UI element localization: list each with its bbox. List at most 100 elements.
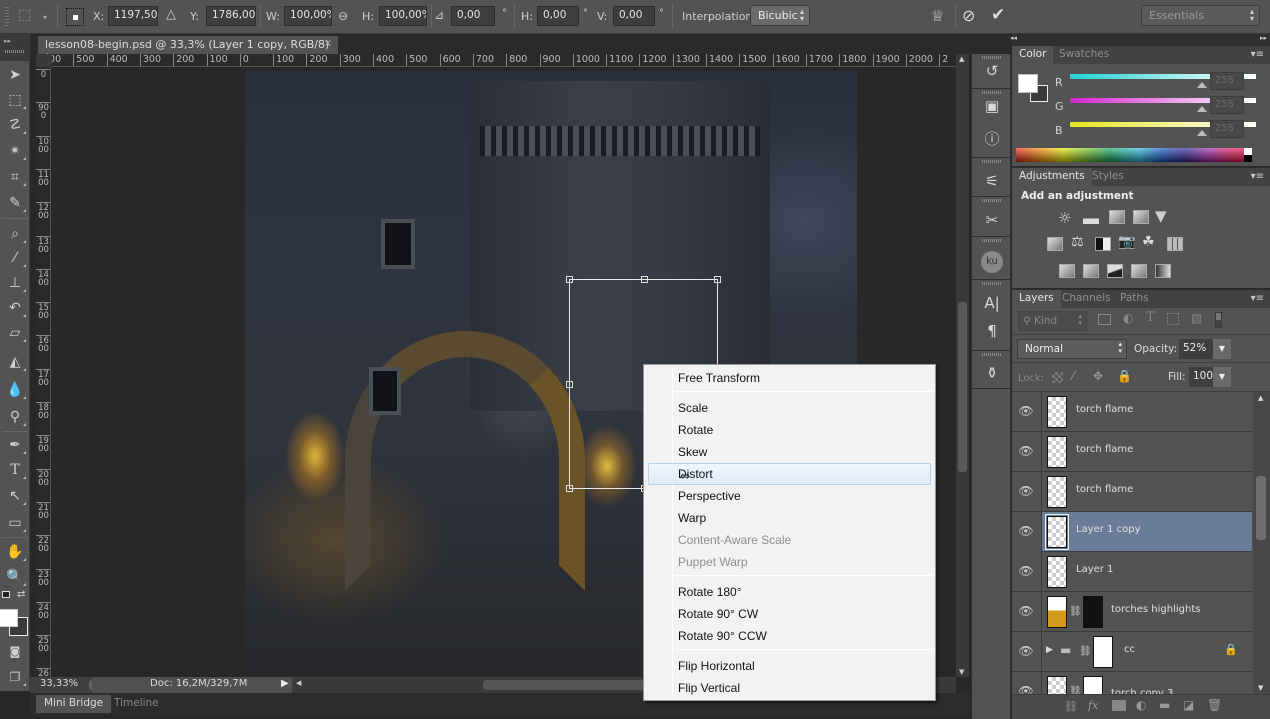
path-selection-tool-icon[interactable]: ↖: [3, 485, 27, 507]
clone-stamp-tool-icon[interactable]: ⊥: [3, 272, 27, 294]
transform-tool-preset-icon[interactable]: ⬚: [18, 7, 38, 25]
x-field[interactable]: 1197,50 px: [108, 6, 158, 26]
foreground-color-swatch[interactable]: [1018, 74, 1038, 93]
vertical-scroll-thumb[interactable]: [958, 302, 967, 472]
menu-item-rotate-180[interactable]: Rotate 180°: [678, 582, 742, 602]
curves-icon[interactable]: [1109, 210, 1125, 224]
eyedropper-tool-icon[interactable]: ✎: [3, 192, 27, 214]
visibility-eye-icon[interactable]: 👁: [1018, 564, 1034, 578]
zoom-level[interactable]: 33,33%: [40, 678, 78, 689]
tab-adjustments[interactable]: Adjustments: [1012, 168, 1092, 186]
lasso-tool-icon[interactable]: ☡: [3, 114, 27, 136]
filter-toggle-switch[interactable]: [1215, 312, 1222, 328]
transform-handle-left[interactable]: [566, 381, 573, 388]
width-field[interactable]: 100,00%: [284, 6, 332, 26]
r-slider-thumb[interactable]: [1197, 82, 1207, 88]
rectangle-tool-icon[interactable]: ▭: [3, 512, 27, 534]
blend-mode-select[interactable]: Normal ▴ ▾: [1017, 339, 1127, 359]
tab-styles[interactable]: Styles: [1085, 168, 1131, 186]
visibility-eye-icon[interactable]: 👁: [1018, 524, 1034, 538]
height-field[interactable]: 100,00%: [379, 6, 427, 26]
filter-type-layers-icon[interactable]: T: [1146, 310, 1155, 325]
layer-row[interactable]: 👁 ⛓ torches highlights: [1012, 592, 1252, 632]
status-menu-arrow-icon[interactable]: ▶: [281, 678, 289, 689]
move-tool-icon[interactable]: ➤: [3, 64, 27, 86]
foreground-color-swatch[interactable]: [0, 609, 18, 627]
tab-channels[interactable]: Channels: [1055, 290, 1118, 308]
cancel-transform-icon[interactable]: ⊘: [962, 6, 975, 25]
opacity-slider-toggle[interactable]: ▼: [1213, 339, 1231, 359]
dodge-tool-icon[interactable]: ⚲: [3, 406, 27, 428]
filter-shape-layers-icon[interactable]: [1167, 313, 1179, 325]
menu-item-flip-vertical[interactable]: Flip Vertical: [678, 678, 740, 698]
expand-panels-icon[interactable]: ◂◂: [1010, 34, 1017, 42]
black-white-icon[interactable]: [1095, 237, 1111, 251]
layer-row-selected[interactable]: 👁 Layer 1 copy: [1012, 512, 1252, 552]
close-document-icon[interactable]: ×: [324, 38, 332, 49]
tab-mini-bridge[interactable]: Mini Bridge: [36, 695, 112, 713]
fill-slider-toggle[interactable]: ▼: [1213, 367, 1231, 387]
visibility-eye-icon[interactable]: 👁: [1018, 644, 1034, 658]
g-slider-thumb[interactable]: [1197, 106, 1207, 112]
horizontal-ruler[interactable]: 6005004003002001000100200300400500600700…: [52, 54, 958, 67]
warp-mode-icon[interactable]: ♕: [931, 7, 944, 25]
gradient-map-icon[interactable]: [1155, 264, 1171, 278]
link-aspect-icon[interactable]: ⊖: [338, 9, 348, 23]
menu-item-perspective[interactable]: Perspective: [678, 486, 741, 506]
info-panel-icon[interactable]: ⓘ: [981, 128, 1003, 150]
b-value-field[interactable]: 255: [1210, 120, 1244, 138]
filter-adjustment-layers-icon[interactable]: ◐: [1123, 311, 1133, 325]
transform-handle-bottom-left[interactable]: [566, 485, 573, 492]
y-field[interactable]: 1786,00 px: [206, 6, 256, 26]
document-tab[interactable]: lesson08-begin.psd @ 33,3% (Layer 1 copy…: [38, 36, 338, 64]
channel-mixer-icon[interactable]: ☘: [1142, 234, 1155, 250]
menu-item-warp[interactable]: Warp: [678, 508, 706, 528]
vertical-ruler[interactable]: 0 900 1000 1100 1200 1300 1400 1500 1600 1700 1800…: [36, 67, 51, 677]
paragraph-panel-icon[interactable]: ¶: [981, 320, 1003, 342]
visibility-eye-icon[interactable]: 👁: [1018, 444, 1034, 458]
lock-position-icon[interactable]: ✥: [1093, 369, 1103, 383]
levels-icon[interactable]: [1083, 210, 1099, 224]
layer-row[interactable]: 👁 torch flame: [1012, 392, 1252, 432]
tab-paths[interactable]: Paths: [1113, 290, 1156, 308]
menu-item-scale[interactable]: Scale: [678, 398, 708, 418]
vskew-field[interactable]: 0,00: [613, 6, 655, 26]
crop-tool-icon[interactable]: ⌗: [3, 166, 27, 188]
paint-bucket-tool-icon[interactable]: ◭: [3, 351, 27, 373]
filter-pixel-layers-icon[interactable]: [1098, 314, 1111, 325]
tab-swatches[interactable]: Swatches: [1052, 46, 1116, 64]
relative-position-icon[interactable]: △: [166, 7, 176, 22]
screen-mode-icon[interactable]: ❐: [3, 666, 27, 688]
layer-style-fx-icon[interactable]: fx: [1088, 699, 1098, 712]
transform-handle-top-left[interactable]: [566, 276, 573, 283]
transform-handle-top[interactable]: [641, 276, 648, 283]
menu-item-free-transform[interactable]: Free Transform: [678, 368, 760, 388]
photo-filter-icon[interactable]: 📷: [1118, 234, 1135, 250]
selective-color-icon[interactable]: [1131, 264, 1147, 278]
layer-mask-thumbnail[interactable]: [1083, 596, 1103, 628]
history-brush-tool-icon[interactable]: ↶: [3, 297, 27, 319]
healing-brush-tool-icon[interactable]: ⌕: [3, 223, 27, 245]
history-panel-icon[interactable]: ↺: [981, 60, 1003, 82]
opacity-field[interactable]: 52%: [1179, 339, 1213, 359]
lock-image-pixels-icon[interactable]: ⁄: [1072, 369, 1074, 383]
reference-point-locator-icon[interactable]: [66, 8, 84, 26]
menu-item-rotate-90-ccw[interactable]: Rotate 90° CCW: [678, 626, 767, 646]
collapse-panels-icon[interactable]: ▸▸: [1260, 34, 1267, 42]
magic-wand-tool-icon[interactable]: ✴: [3, 140, 27, 162]
type-tool-icon[interactable]: T: [3, 459, 27, 481]
posterize-icon[interactable]: [1083, 264, 1099, 278]
hand-tool-icon[interactable]: ✋: [3, 541, 27, 563]
swap-colors-icon[interactable]: ⇄: [17, 589, 25, 600]
hskew-field[interactable]: 0,00: [537, 6, 579, 26]
workspace-select[interactable]: Essentials ▴ ▾: [1141, 5, 1260, 26]
color-spectrum-ramp[interactable]: [1016, 148, 1252, 162]
zoom-tool-icon[interactable]: 🔍: [3, 566, 27, 588]
eraser-tool-icon[interactable]: ▱: [3, 322, 27, 344]
invert-icon[interactable]: [1059, 264, 1075, 278]
fill-field[interactable]: 100%: [1189, 367, 1223, 387]
transform-handle-top-right[interactable]: [714, 276, 721, 283]
g-value-field[interactable]: 255: [1210, 96, 1244, 114]
new-group-icon[interactable]: ▬: [1159, 698, 1170, 712]
layer-row[interactable]: 👁 Layer 1: [1012, 552, 1252, 592]
